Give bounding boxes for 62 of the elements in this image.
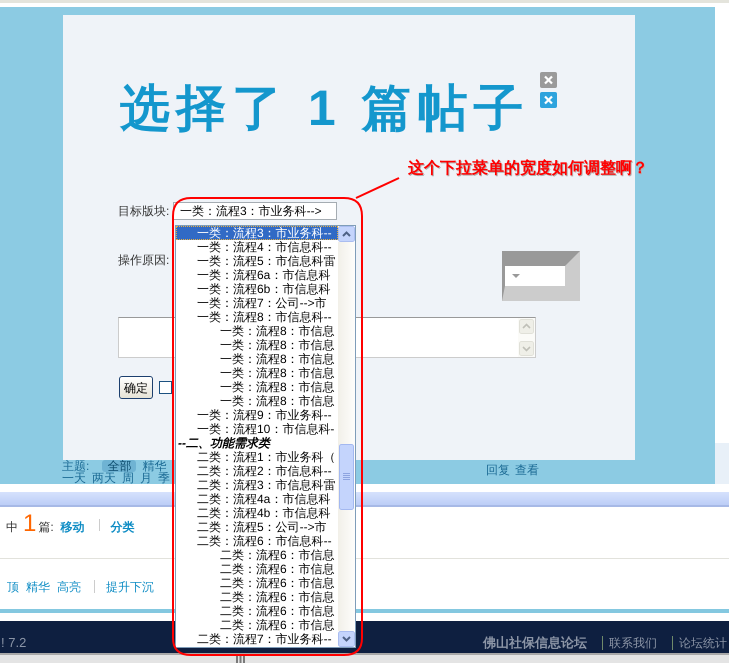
selection-text: 中 bbox=[6, 521, 18, 533]
dropdown-option[interactable]: 一类：流程4：市信息科-- bbox=[176, 240, 338, 254]
dropdown-option[interactable]: 二类：流程6：市信息 bbox=[176, 618, 338, 632]
dropdown-option[interactable]: 一类：流程6a：市信息科 bbox=[176, 268, 338, 282]
dropdown-option[interactable]: 一类：流程8：市信息 bbox=[176, 338, 338, 352]
moderation-link[interactable]: 顶 bbox=[7, 580, 19, 594]
scroll-up-icon[interactable] bbox=[338, 226, 355, 242]
option-group-label: --二、功能需求类 bbox=[177, 436, 272, 450]
dropdown-option[interactable]: 一类：流程8：市信息科-- bbox=[176, 310, 338, 324]
action-link[interactable]: 移动 bbox=[60, 521, 85, 533]
annotation-text: 这个下拉菜单的宽度如何调整啊？ bbox=[408, 160, 648, 178]
scrollbar-thumb[interactable] bbox=[339, 444, 354, 510]
dropdown-option[interactable]: 一类：流程8：市信息 bbox=[176, 324, 338, 338]
selection-text: 篇: bbox=[38, 521, 54, 533]
dropdown-option[interactable]: 二类：流程2：市信息科-- bbox=[176, 464, 338, 478]
dialog-title: 选择了 1 篇帖子 bbox=[120, 80, 530, 136]
dropdown-option[interactable]: 二类：流程7：市业务科-- bbox=[176, 632, 338, 646]
dropdown-option[interactable]: 二类：流程6：市信息 bbox=[176, 604, 338, 618]
version-text: ! 7.2 bbox=[0, 635, 26, 651]
caret-icon bbox=[512, 274, 520, 278]
dropdown-option[interactable]: 一类：流程8：市信息 bbox=[176, 366, 338, 380]
action-link[interactable]: 分类 bbox=[110, 521, 135, 533]
dropdown-option[interactable]: 二类：流程6：市信息 bbox=[176, 548, 338, 562]
moderation-link[interactable]: 提升下沉 bbox=[106, 580, 154, 594]
grip-icon[interactable] bbox=[236, 656, 245, 663]
dropdown-option[interactable]: 二类：流程4a：市信息科 bbox=[176, 492, 338, 506]
filter-label: 主题: bbox=[62, 460, 90, 472]
dropdown-option[interactable]: 一类：流程9：市业务科-- bbox=[176, 408, 338, 422]
dropdown-option[interactable]: 二类：流程5：公司-->市 bbox=[176, 520, 338, 534]
dropdown-option[interactable]: 二类：流程6：市信息 bbox=[176, 576, 338, 590]
site-name[interactable]: 佛山社保信息论坛 bbox=[483, 635, 587, 651]
dropdown-option[interactable]: 二类：流程6：市信息科-- bbox=[176, 534, 338, 548]
dropdown-option[interactable]: 一类：流程8：市信息 bbox=[176, 380, 338, 394]
dropdown-option[interactable]: 一类：流程5：市信息科雷 bbox=[176, 254, 338, 268]
dropdown-option[interactable]: 二类：流程4b：市信息科 bbox=[176, 506, 338, 520]
dropdown-field[interactable] bbox=[502, 251, 580, 301]
selection-count: 1 bbox=[23, 512, 36, 536]
dropdown-option[interactable]: 二类：流程1：市业务科（ bbox=[176, 450, 338, 464]
dropdown-option[interactable]: 二类：流程6：市信息 bbox=[176, 590, 338, 604]
scroll-down-icon[interactable] bbox=[338, 631, 355, 647]
dropdown-option[interactable]: 二类：流程6：市信息 bbox=[176, 562, 338, 576]
dropdown-option[interactable]: 一类：流程8：市信息 bbox=[176, 394, 338, 408]
dropdown-option[interactable]: 一类：流程3：市业务科-- bbox=[176, 226, 338, 240]
close-icon[interactable] bbox=[540, 72, 557, 88]
dropdown-option[interactable]: 一类：流程8：市信息 bbox=[176, 352, 338, 366]
filter-option[interactable]: 全部 bbox=[102, 460, 136, 472]
footer-link[interactable]: 论坛统计 bbox=[679, 635, 727, 651]
dropdown-option[interactable]: 一类：流程6b：市信息科 bbox=[176, 282, 338, 296]
side-panel bbox=[715, 443, 729, 484]
confirm-button[interactable]: 确定 bbox=[119, 376, 153, 399]
field-label: 操作原因: bbox=[118, 253, 170, 267]
footer-link[interactable]: 联系我们 bbox=[609, 635, 657, 651]
dropdown-option[interactable]: 二类：流程3：市信息科雷 bbox=[176, 478, 338, 492]
moderation-link[interactable]: 高亮 bbox=[57, 580, 81, 594]
dropdown-option[interactable]: 一类：流程7：公司-->市 bbox=[176, 296, 338, 310]
checkbox[interactable] bbox=[159, 381, 172, 394]
moderation-link[interactable]: 精华 bbox=[26, 580, 50, 594]
annotation-leader-line bbox=[356, 177, 400, 199]
select-field[interactable]: 一类：流程3：市业务科--> bbox=[173, 202, 337, 220]
dropdown-option[interactable]: 一类：流程10：市信息科- bbox=[176, 422, 338, 436]
close-icon[interactable] bbox=[540, 92, 557, 108]
field-label: 目标版块: bbox=[118, 204, 170, 218]
